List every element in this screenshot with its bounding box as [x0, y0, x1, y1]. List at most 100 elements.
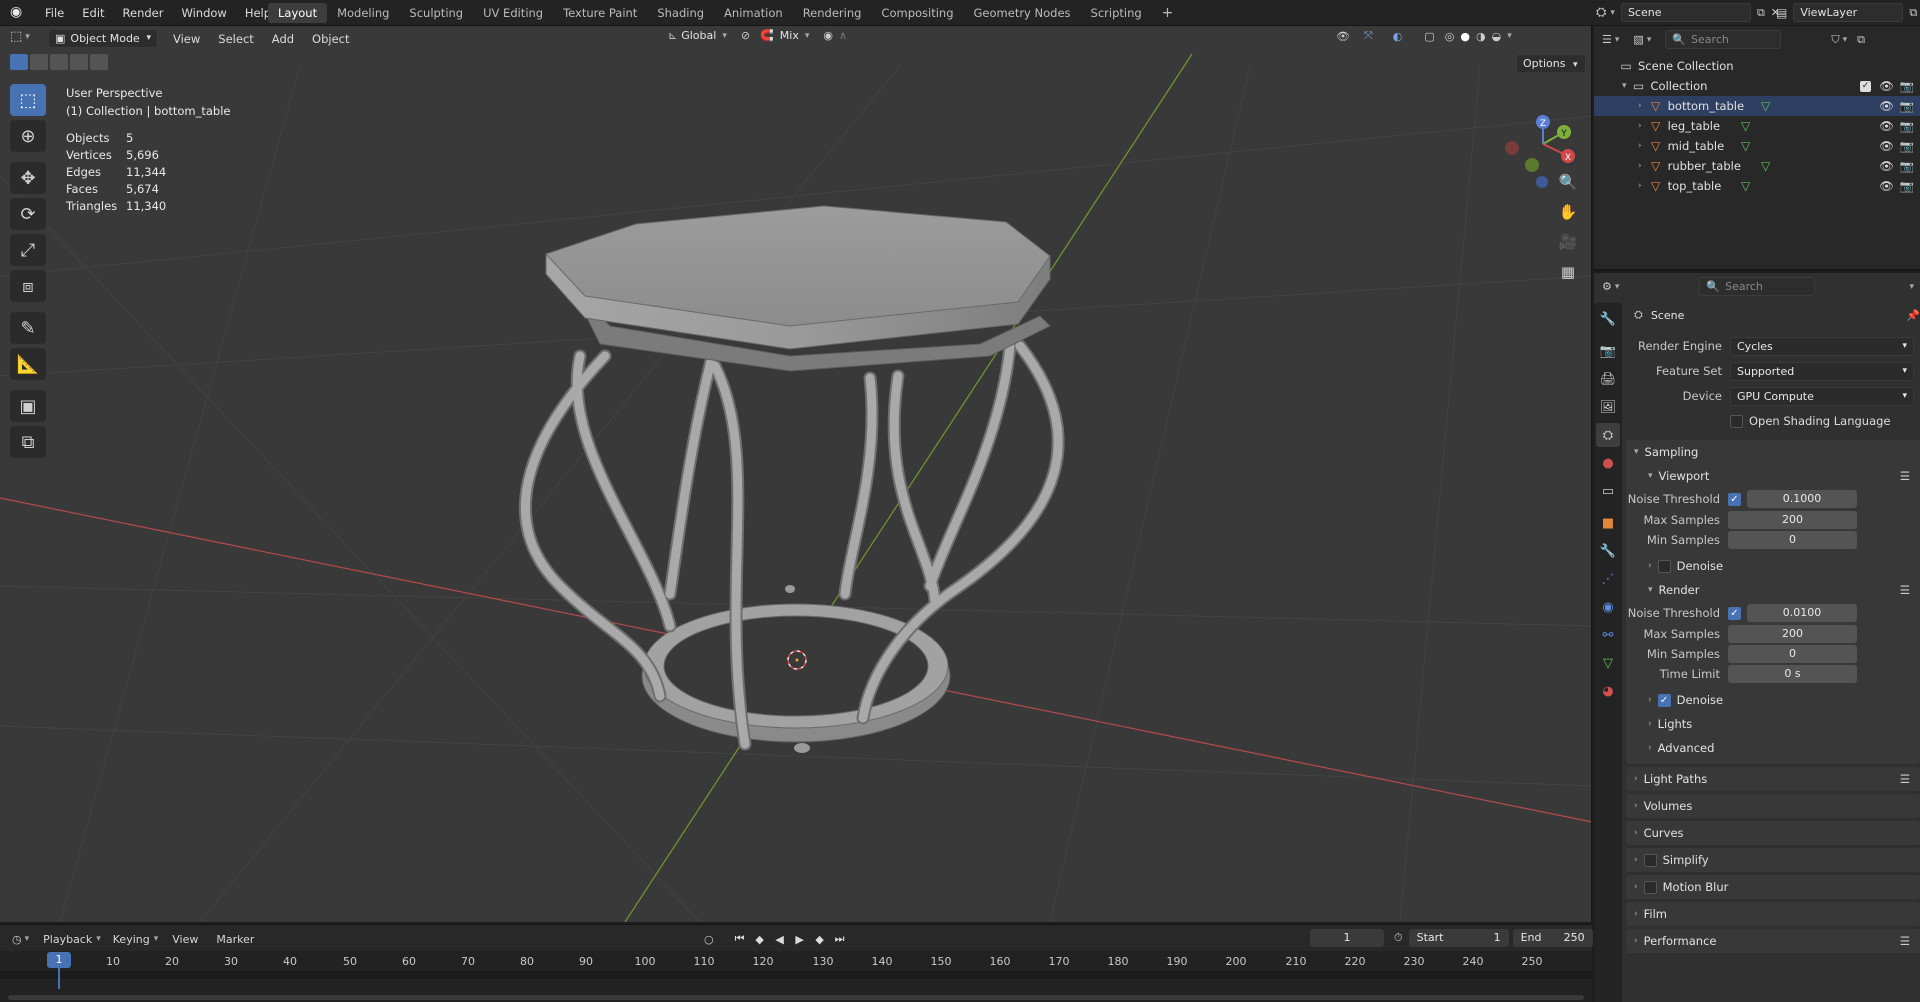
select-intersect-icon[interactable]: [90, 54, 108, 70]
eye-icon[interactable]: 👁: [1879, 99, 1894, 113]
tab-rendering[interactable]: Rendering: [793, 3, 872, 23]
select-new-icon[interactable]: [10, 54, 28, 70]
outliner-item-mid-table[interactable]: › ▽ mid_table ▽ 👁 📷: [1594, 136, 1920, 156]
viewport-denoise-checkbox[interactable]: [1657, 559, 1671, 573]
presets-list-icon[interactable]: ☰: [1900, 772, 1910, 786]
camera-icon[interactable]: 📷: [1900, 139, 1914, 153]
outliner-item-top-table[interactable]: › ▽ top_table ▽ 👁 📷: [1594, 176, 1920, 196]
output-tab-icon[interactable]: 🖨: [1596, 367, 1620, 391]
constraints-tab-icon[interactable]: ⚯: [1596, 623, 1620, 647]
menu-file[interactable]: File: [36, 0, 73, 26]
tab-scripting[interactable]: Scripting: [1081, 3, 1152, 23]
editor-type-icon[interactable]: ⬚: [10, 29, 22, 44]
viewport-max-samples-field[interactable]: 200: [1728, 511, 1857, 529]
view-layer-field[interactable]: ViewLayer: [1793, 3, 1904, 22]
menu-render[interactable]: Render: [114, 0, 173, 26]
display-mode-icon[interactable]: ☰: [1602, 33, 1612, 46]
chevron-right-icon[interactable]: ›: [1638, 161, 1642, 171]
camera-icon[interactable]: 📷: [1900, 99, 1914, 113]
material-tab-icon[interactable]: ◕: [1596, 679, 1620, 703]
gizmo-toggle-icon[interactable]: ⤧: [1364, 29, 1373, 43]
presets-list-icon[interactable]: ☰: [1900, 469, 1910, 483]
shading-rendered-icon[interactable]: ◒: [1492, 30, 1502, 43]
transform-orientation-select[interactable]: Global: [681, 29, 716, 42]
mesh-data-icon[interactable]: ▽: [1738, 178, 1754, 194]
chevron-right-icon[interactable]: ›: [1638, 181, 1642, 191]
view-layer-icon[interactable]: ▤: [1776, 6, 1787, 20]
pivot-point-icon[interactable]: ⊘: [741, 29, 750, 42]
sampling-header[interactable]: ▾ Sampling: [1626, 440, 1920, 464]
view-layer-tab-icon[interactable]: 🖼: [1596, 395, 1620, 419]
world-tab-icon[interactable]: ●: [1596, 451, 1620, 475]
motion-blur-checkbox[interactable]: [1643, 880, 1657, 894]
volumes-panel-header[interactable]: › Volumes: [1626, 794, 1920, 818]
lights-subpanel-header[interactable]: › Lights: [1626, 712, 1920, 736]
tab-geometry-nodes[interactable]: Geometry Nodes: [964, 3, 1081, 23]
proportional-editing-icon[interactable]: ◉: [823, 29, 833, 42]
new-collection-icon[interactable]: ⧉: [1857, 33, 1865, 47]
camera-icon[interactable]: 📷: [1900, 179, 1914, 193]
add-primitive-tool-icon[interactable]: ⧉: [10, 426, 46, 458]
outliner-search-input[interactable]: 🔍 Search: [1665, 30, 1782, 49]
scene-collection-row[interactable]: ▭ Scene Collection: [1594, 56, 1920, 76]
mesh-data-icon[interactable]: ▽: [1758, 98, 1774, 114]
outliner-item-leg-table[interactable]: › ▽ leg_table ▽ 👁 📷: [1594, 116, 1920, 136]
rotate-tool-icon[interactable]: ⟳: [10, 198, 46, 230]
new-view-layer-icon[interactable]: ⧉: [1909, 6, 1917, 20]
feature-set-select[interactable]: Supported ▾: [1730, 361, 1914, 381]
select-invert-icon[interactable]: [70, 54, 88, 70]
pin-icon[interactable]: 📌: [1906, 309, 1920, 322]
light-paths-panel-header[interactable]: › Light Paths ☰: [1626, 767, 1920, 791]
viewport-subpanel-header[interactable]: ▾ Viewport ☰: [1626, 464, 1920, 488]
scene-name-field[interactable]: Scene: [1620, 3, 1751, 22]
particles-tab-icon[interactable]: ⋰: [1596, 567, 1620, 591]
render-max-samples-field[interactable]: 200: [1728, 625, 1857, 643]
shading-wireframe-icon[interactable]: ◎: [1445, 30, 1455, 43]
render-tab-icon[interactable]: 📷: [1596, 339, 1620, 363]
render-subpanel-header[interactable]: ▾ Render ☰: [1626, 578, 1920, 602]
add-workspace-button[interactable]: +: [1152, 3, 1184, 23]
physics-tab-icon[interactable]: ◉: [1596, 595, 1620, 619]
scene-tab-icon[interactable]: ⛭: [1596, 423, 1620, 447]
eye-icon[interactable]: 👁: [1879, 79, 1894, 93]
advanced-subpanel-header[interactable]: › Advanced: [1626, 736, 1920, 760]
viewport-denoise-header[interactable]: › Denoise: [1626, 554, 1920, 578]
render-min-samples-field[interactable]: 0: [1728, 645, 1857, 663]
viewport-min-samples-field[interactable]: 0: [1728, 531, 1857, 549]
options-dropdown[interactable]: Options ▾: [1516, 54, 1586, 73]
render-denoise-header[interactable]: › ✓ Denoise: [1626, 688, 1920, 712]
mode-select[interactable]: ▣ Object Mode ▾: [48, 29, 158, 48]
tab-texture-paint[interactable]: Texture Paint: [553, 3, 647, 23]
falloff-icon[interactable]: ∧: [839, 29, 847, 42]
chevron-right-icon[interactable]: ›: [1638, 141, 1642, 151]
viewport-noise-threshold-field[interactable]: 0.1000: [1747, 490, 1857, 508]
eye-icon[interactable]: 👁: [1879, 139, 1894, 153]
menu-add[interactable]: Add: [263, 27, 303, 51]
filter-view-icon[interactable]: ▧: [1633, 33, 1643, 46]
select-extend-icon[interactable]: [30, 54, 48, 70]
exclude-checkbox[interactable]: ✓: [1860, 80, 1872, 92]
editor-type-icon[interactable]: ⚙: [1602, 280, 1612, 293]
zoom-icon[interactable]: 🔍: [1554, 168, 1582, 196]
snap-mode-select[interactable]: Mix: [780, 29, 799, 42]
measure-tool-icon[interactable]: 📐: [10, 348, 46, 380]
3d-viewport[interactable]: ⬚ ▾ ▣ Object Mode ▾ View Select Add Obje…: [0, 26, 1592, 922]
curves-panel-header[interactable]: › Curves: [1626, 821, 1920, 845]
shading-solid-icon[interactable]: ●: [1460, 30, 1470, 43]
cursor-tool-icon[interactable]: ⊕: [10, 120, 46, 152]
annotate-tool-icon[interactable]: ✎: [10, 312, 46, 344]
modifier-tab-icon[interactable]: 🔧: [1596, 539, 1620, 563]
data-tab-icon[interactable]: ▽: [1596, 651, 1620, 675]
tab-modeling[interactable]: Modeling: [327, 3, 399, 23]
motion-blur-panel-header[interactable]: › Motion Blur: [1626, 875, 1920, 899]
outliner-item-bottom-table[interactable]: › ▽ bottom_table ▽ 👁 📷: [1594, 96, 1920, 116]
time-limit-field[interactable]: 0 s: [1728, 665, 1857, 683]
scale-tool-icon[interactable]: ⤢: [10, 234, 46, 266]
tool-tab-icon[interactable]: 🔧: [1596, 307, 1620, 331]
osl-checkbox[interactable]: [1730, 414, 1743, 428]
transform-tool-icon[interactable]: ⧈: [10, 270, 46, 302]
tab-sculpting[interactable]: Sculpting: [399, 3, 473, 23]
overlays-toggle-icon[interactable]: ◐: [1393, 30, 1403, 43]
mesh-data-icon[interactable]: ▽: [1738, 138, 1754, 154]
camera-icon[interactable]: 📷: [1900, 159, 1914, 173]
